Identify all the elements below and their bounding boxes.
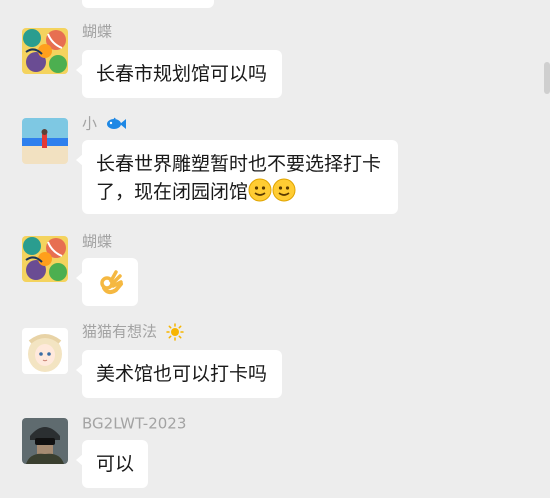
message-text-line-2: 了，现在闭园闭馆 bbox=[96, 178, 384, 210]
sender-name: BG2LWT-2023 bbox=[82, 414, 187, 433]
message-bubble[interactable] bbox=[76, 258, 138, 306]
message-bubble[interactable]: 长春市规划馆可以吗 bbox=[76, 50, 282, 98]
soldier-avatar[interactable] bbox=[22, 418, 68, 464]
sun-icon bbox=[166, 322, 184, 341]
ok-hand-emoji bbox=[96, 270, 124, 301]
beach-photo-avatar[interactable] bbox=[22, 118, 68, 164]
sender-name: 猫猫有想法 bbox=[82, 322, 184, 341]
fish-icon bbox=[106, 117, 126, 129]
butterfly-art-avatar[interactable] bbox=[22, 28, 68, 74]
message-text: 美术馆也可以打卡吗 bbox=[96, 363, 268, 385]
message-bubble[interactable]: 美术馆也可以打卡吗 bbox=[76, 350, 282, 398]
message-text: 长春市规划馆可以吗 bbox=[96, 63, 268, 85]
message-text-line: 长春世界雕塑暂时也不要选择打卡 bbox=[96, 153, 382, 175]
sender-name: 小 bbox=[82, 114, 126, 133]
anime-girl-avatar[interactable] bbox=[22, 328, 68, 374]
previous-message-bubble bbox=[82, 0, 214, 8]
scrollbar[interactable] bbox=[544, 62, 550, 94]
butterfly-art-avatar[interactable] bbox=[22, 236, 68, 282]
message-text: 可以 bbox=[96, 453, 135, 475]
message-bubble[interactable]: 可以 bbox=[76, 440, 148, 488]
smile-emoji bbox=[248, 178, 272, 210]
smile-emoji bbox=[272, 178, 296, 210]
sender-name: 蝴蝶 bbox=[82, 232, 113, 251]
message-bubble[interactable]: 长春世界雕塑暂时也不要选择打卡 了，现在闭园闭馆 bbox=[76, 140, 398, 214]
sender-name: 蝴蝶 bbox=[82, 22, 113, 41]
